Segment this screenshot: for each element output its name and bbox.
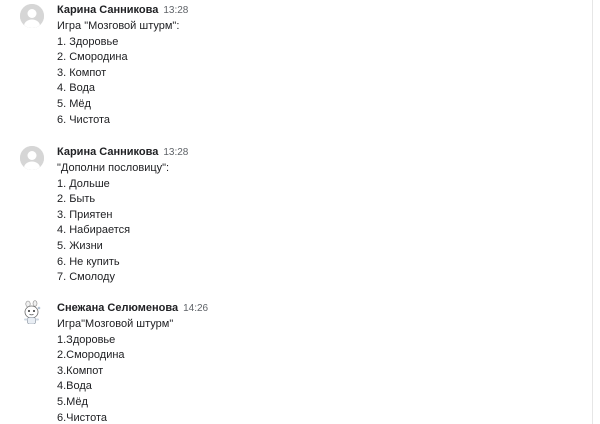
message-header: Карина Санникова 13:28 (57, 144, 188, 158)
message-timestamp: 14:26 (183, 303, 209, 314)
message-line: Игра"Мозговой штурм" (57, 318, 174, 330)
message-body: "Дополни пословицу": 1. Дольше 2. Быть 3… (57, 161, 169, 286)
message-line: 6. Не купить (57, 255, 120, 268)
message-line: 3. Компот (57, 66, 107, 79)
message-line: 4. Вода (57, 82, 95, 95)
message-line: 6. Чистота (57, 113, 111, 126)
message-line: 5.Мёд (57, 395, 88, 408)
chat-feed[interactable]: Карина Санникова 13:28 Игра "Мозговой шту… (0, 0, 592, 424)
message-line: 2. Смородина (57, 51, 128, 64)
message-line: 2. Быть (57, 193, 96, 206)
default-user-avatar-icon[interactable] (20, 146, 44, 170)
message-line: "Дополни пословицу": (57, 162, 170, 174)
message-line: Игра "Мозговой штурм": (57, 20, 180, 32)
message-line: 3. Приятен (57, 208, 113, 221)
author-name[interactable]: Карина Санникова (57, 146, 158, 158)
author-name[interactable]: Карина Санникова (57, 4, 158, 16)
default-user-avatar-icon[interactable] (20, 4, 44, 28)
message-line: 6.Чистота (57, 411, 107, 424)
message-header: Снежана Селюменова 14:26 (57, 300, 208, 314)
cartoon-sticker-avatar-icon[interactable] (19, 300, 43, 324)
message-line: 1.Здоровье (57, 333, 116, 346)
message-timestamp: 13:28 (163, 147, 189, 158)
scroll-edge-divider (592, 0, 593, 424)
author-name[interactable]: Снежана Селюменова (57, 302, 178, 314)
message-line: 7. Смолоду (57, 271, 115, 284)
message-timestamp: 13:28 (163, 5, 189, 16)
message-line: 1. Дольше (57, 177, 110, 190)
message-line: 3.Компот (57, 364, 104, 377)
message-header: Карина Санникова 13:28 (57, 2, 188, 16)
message-line: 4.Вода (57, 380, 92, 393)
message-body: Игра "Мозговой штурм": 1. Здоровье 2. См… (57, 19, 179, 128)
message-line: 2.Смородина (57, 349, 125, 362)
message-line: 4. Набирается (57, 224, 131, 237)
message-line: 5. Жизни (57, 239, 103, 252)
message-body: Игра"Мозговой штурм" 1.Здоровье 2.Смород… (57, 317, 173, 424)
message-line: 5. Мёд (57, 97, 91, 110)
message-line: 1. Здоровье (57, 35, 119, 48)
